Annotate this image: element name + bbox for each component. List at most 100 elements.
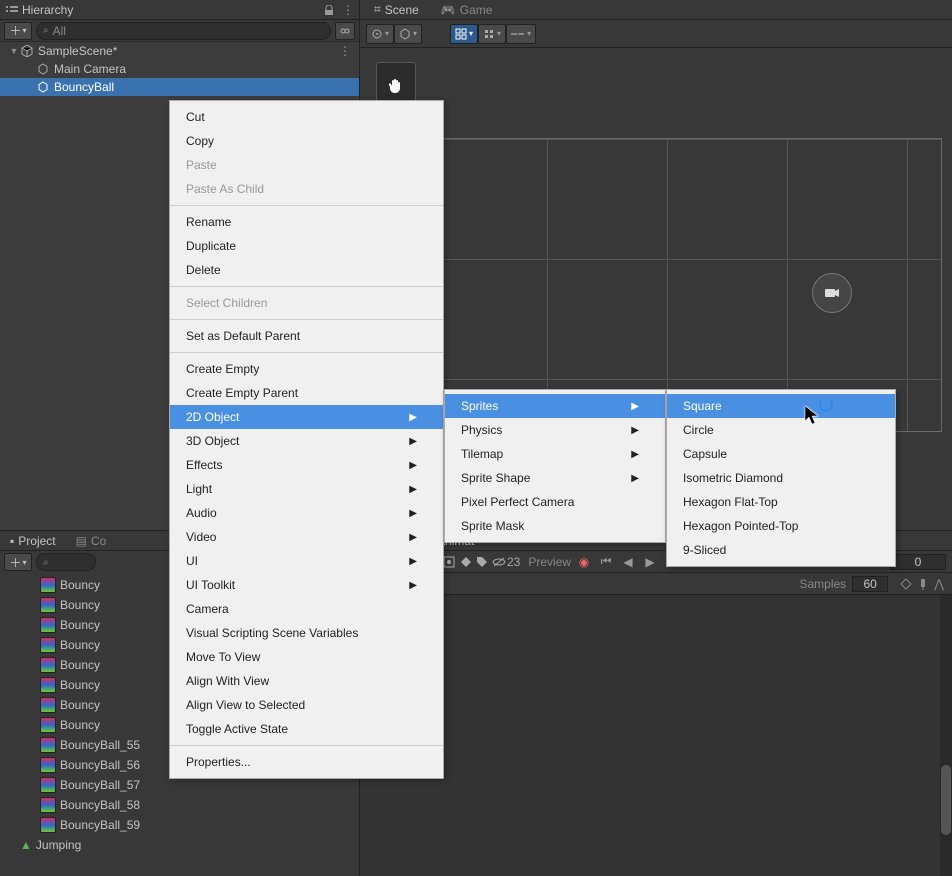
menu-item[interactable]: Capsule — [667, 442, 895, 466]
submenu-arrow-icon: ▶ — [611, 425, 639, 436]
hierarchy-item[interactable]: Main Camera — [0, 60, 359, 78]
menu-item[interactable]: Physics▶ — [445, 418, 665, 442]
animation-timeline[interactable] — [360, 595, 952, 876]
menu-item[interactable]: Align With View — [170, 669, 443, 693]
create-asset-button[interactable]: ＋▾ — [4, 553, 32, 571]
menu-item[interactable]: Align View to Selected — [170, 693, 443, 717]
menu-item[interactable]: Sprite Shape▶ — [445, 466, 665, 490]
add-keyframe-icon[interactable] — [900, 578, 912, 590]
project-item[interactable]: BouncyBall_59 — [40, 815, 359, 835]
menu-item[interactable]: Hexagon Pointed-Top — [667, 514, 895, 538]
menu-item-label: Copy — [186, 134, 214, 148]
menu-item[interactable]: Properties... — [170, 750, 443, 774]
search-input[interactable]: ⌕ All — [36, 22, 331, 40]
project-item[interactable]: BouncyBall_58 — [40, 795, 359, 815]
menu-item[interactable]: Circle — [667, 418, 895, 442]
key-icon[interactable] — [460, 556, 472, 568]
menu-item[interactable]: Toggle Active State — [170, 717, 443, 741]
menu-item[interactable]: Create Empty — [170, 357, 443, 381]
sprite-asset-icon — [40, 617, 56, 633]
menu-item[interactable]: Isometric Diamond — [667, 466, 895, 490]
menu-item-label: Duplicate — [186, 239, 236, 253]
scene-row[interactable]: ▼ SampleScene* ⋮ — [0, 42, 359, 60]
menu-item[interactable]: Duplicate — [170, 234, 443, 258]
tab-scene[interactable]: ⌗ Scene — [364, 0, 429, 19]
menu-item[interactable]: UI Toolkit▶ — [170, 573, 443, 597]
sprite-asset-icon — [40, 737, 56, 753]
scrollbar-thumb[interactable] — [941, 765, 951, 835]
tab-console[interactable]: ▤ Co — [66, 531, 117, 550]
menu-item-label: Delete — [186, 263, 221, 277]
submenu-arrow-icon: ▶ — [611, 473, 639, 484]
waveform-icon[interactable]: ⋀ — [934, 577, 944, 591]
menu-item[interactable]: Sprites▶ — [445, 394, 665, 418]
tab-game[interactable]: 🎮 Game — [431, 1, 503, 19]
snap-settings-button[interactable]: ⎯⎯▾ — [506, 24, 536, 44]
menu-item[interactable]: Tilemap▶ — [445, 442, 665, 466]
submenu-arrow-icon: ▶ — [389, 508, 417, 519]
menu-item[interactable]: Hexagon Flat-Top — [667, 490, 895, 514]
camera-gizmo[interactable] — [812, 273, 852, 313]
dopesheet-icon[interactable] — [442, 555, 456, 569]
hierarchy-header: Hierarchy ⋮ — [0, 0, 359, 20]
record-button[interactable]: ◉ — [575, 555, 593, 569]
menu-item-label: Square — [683, 399, 722, 413]
submenu-arrow-icon: ▶ — [611, 449, 639, 460]
grid-snap-button[interactable]: ▾ — [450, 24, 478, 44]
frame-field[interactable]: 0 — [890, 554, 946, 570]
menu-item[interactable]: 3D Object▶ — [170, 429, 443, 453]
menu-item[interactable]: Camera — [170, 597, 443, 621]
prev-frame-button[interactable]: ◀ — [619, 555, 637, 569]
menu-item[interactable]: Square — [667, 394, 895, 418]
menu-item[interactable]: Video▶ — [170, 525, 443, 549]
menu-item[interactable]: Rename — [170, 210, 443, 234]
menu-item[interactable]: Set as Default Parent — [170, 324, 443, 348]
project-search-input[interactable]: ⌕ — [36, 553, 96, 571]
menu-item[interactable]: Copy — [170, 129, 443, 153]
menu-item[interactable]: Delete — [170, 258, 443, 282]
menu-item-label: Properties... — [186, 755, 251, 769]
timeline-scrollbar[interactable] — [940, 595, 952, 876]
scene-toolbar: ▾ ▾ ▾ ▾ ⎯⎯▾ — [360, 20, 952, 48]
samples-field[interactable]: 60 — [852, 576, 888, 592]
more-icon[interactable]: ⋮ — [339, 44, 359, 58]
pivot-button[interactable]: ▾ — [366, 24, 394, 44]
menu-item[interactable]: Effects▶ — [170, 453, 443, 477]
menu-item-label: Effects — [186, 458, 222, 472]
menu-item-label: Hexagon Flat-Top — [683, 495, 778, 509]
animation-panel: 🔒 ⋮ ⟳ Animat 23 Preview ◉ ⏮ ◀ ▶ ▶ ⏭ 0 Sa… — [360, 530, 952, 876]
lock-icon[interactable] — [324, 5, 334, 15]
menu-item[interactable]: Audio▶ — [170, 501, 443, 525]
menu-item[interactable]: Pixel Perfect Camera — [445, 490, 665, 514]
menu-item[interactable]: Light▶ — [170, 477, 443, 501]
handle-button[interactable]: ▾ — [394, 24, 422, 44]
menu-item[interactable]: Move To View — [170, 645, 443, 669]
hierarchy-item-selected[interactable]: BouncyBall — [0, 78, 359, 96]
hidden-icon[interactable]: 23 — [492, 555, 520, 569]
tab-project[interactable]: ▪ Project — [0, 531, 66, 550]
expand-arrow-icon[interactable]: ▼ — [8, 46, 20, 56]
menu-item-label: Visual Scripting Scene Variables — [186, 626, 358, 640]
first-frame-button[interactable]: ⏮ — [597, 554, 615, 569]
project-item-label: BouncyBall_55 — [60, 738, 140, 752]
filter-button[interactable] — [335, 22, 355, 40]
menu-item[interactable]: Sprite Mask — [445, 514, 665, 538]
menu-item[interactable]: UI▶ — [170, 549, 443, 573]
more-icon[interactable]: ⋮ — [342, 3, 353, 17]
tag-icon[interactable] — [476, 556, 488, 568]
preview-label[interactable]: Preview — [528, 555, 571, 569]
snap-increment-button[interactable]: ▾ — [478, 24, 506, 44]
create-button[interactable]: ＋▾ — [4, 22, 32, 40]
project-item-animation[interactable]: ▲Jumping — [20, 835, 359, 855]
menu-item[interactable]: Visual Scripting Scene Variables — [170, 621, 443, 645]
menu-item[interactable]: 2D Object▶ — [170, 405, 443, 429]
menu-item-label: Select Children — [186, 296, 267, 310]
menu-item[interactable]: Cut — [170, 105, 443, 129]
menu-separator — [170, 745, 443, 746]
game-icon: 🎮 — [441, 3, 456, 17]
list-icon — [6, 4, 18, 16]
menu-item[interactable]: Create Empty Parent — [170, 381, 443, 405]
menu-item[interactable]: 9-Sliced — [667, 538, 895, 562]
add-event-icon[interactable] — [918, 578, 928, 590]
play-button[interactable]: ▶ — [641, 555, 659, 569]
